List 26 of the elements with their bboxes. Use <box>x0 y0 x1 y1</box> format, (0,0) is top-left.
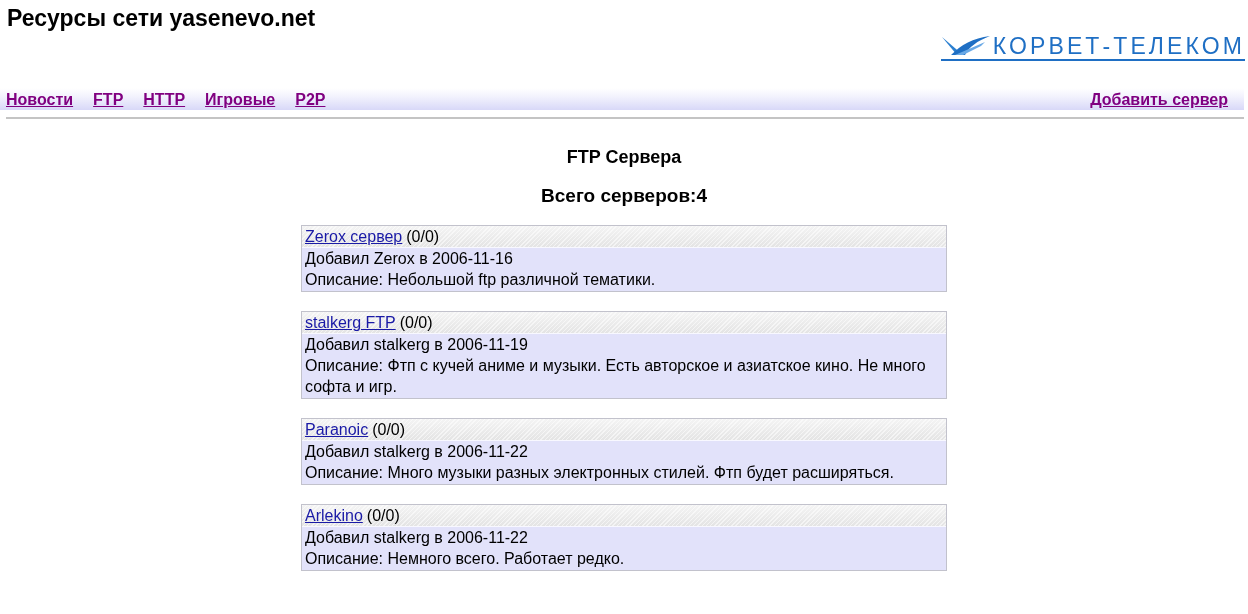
added-text: Добавил stalkerg в 2006-11-22 <box>305 442 529 462</box>
nav-link[interactable]: P2P <box>295 89 326 109</box>
description-text: Описание: Фтп с кучей аниме и музыки. Есть авторское и азиатское кино. Не много софта и игр. <box>305 356 927 397</box>
added-text: Добавил stalkerg в 2006-11-19 <box>305 335 529 355</box>
rating-text: (0/0) <box>399 313 433 332</box>
server-name-link[interactable]: Arlekino <box>305 506 363 525</box>
site-title: Ресурсы сети yasenevo.net <box>7 4 316 32</box>
logo-text: КОРВЕТ-ТЕЛЕКОМ <box>992 34 1245 59</box>
added-text: Добавил Zerox в 2006-11-16 <box>305 249 514 269</box>
page-heading: FTP Сервера <box>565 146 683 168</box>
description-text: Описание: Небольшой ftp различной тематики. <box>305 270 657 290</box>
rating-text: (0/0) <box>406 227 440 246</box>
server-name-link[interactable]: Paranoic <box>305 420 369 439</box>
nav-link[interactable]: FTP <box>93 89 124 109</box>
server-count: Всего серверов:4 <box>540 185 708 207</box>
nav-link[interactable]: HTTP <box>143 89 186 109</box>
description-text: Описание: Много музыки разных электронных стилей. Фтп будет расширяться. <box>305 463 895 483</box>
description-text: Описание: Немного всего. Работает редко. <box>305 549 626 569</box>
rating-text: (0/0) <box>372 420 406 439</box>
server-name-link[interactable]: Zerox сервер <box>305 227 403 246</box>
server-name-link[interactable]: stalkerg FTP <box>305 313 396 332</box>
added-text: Добавил stalkerg в 2006-11-22 <box>305 528 529 548</box>
nav-link[interactable]: Новости <box>6 89 74 109</box>
add-server-link[interactable]: Добавить сервер <box>1090 89 1228 109</box>
nav-link[interactable]: Игровые <box>205 89 276 109</box>
rating-text: (0/0) <box>366 506 400 525</box>
